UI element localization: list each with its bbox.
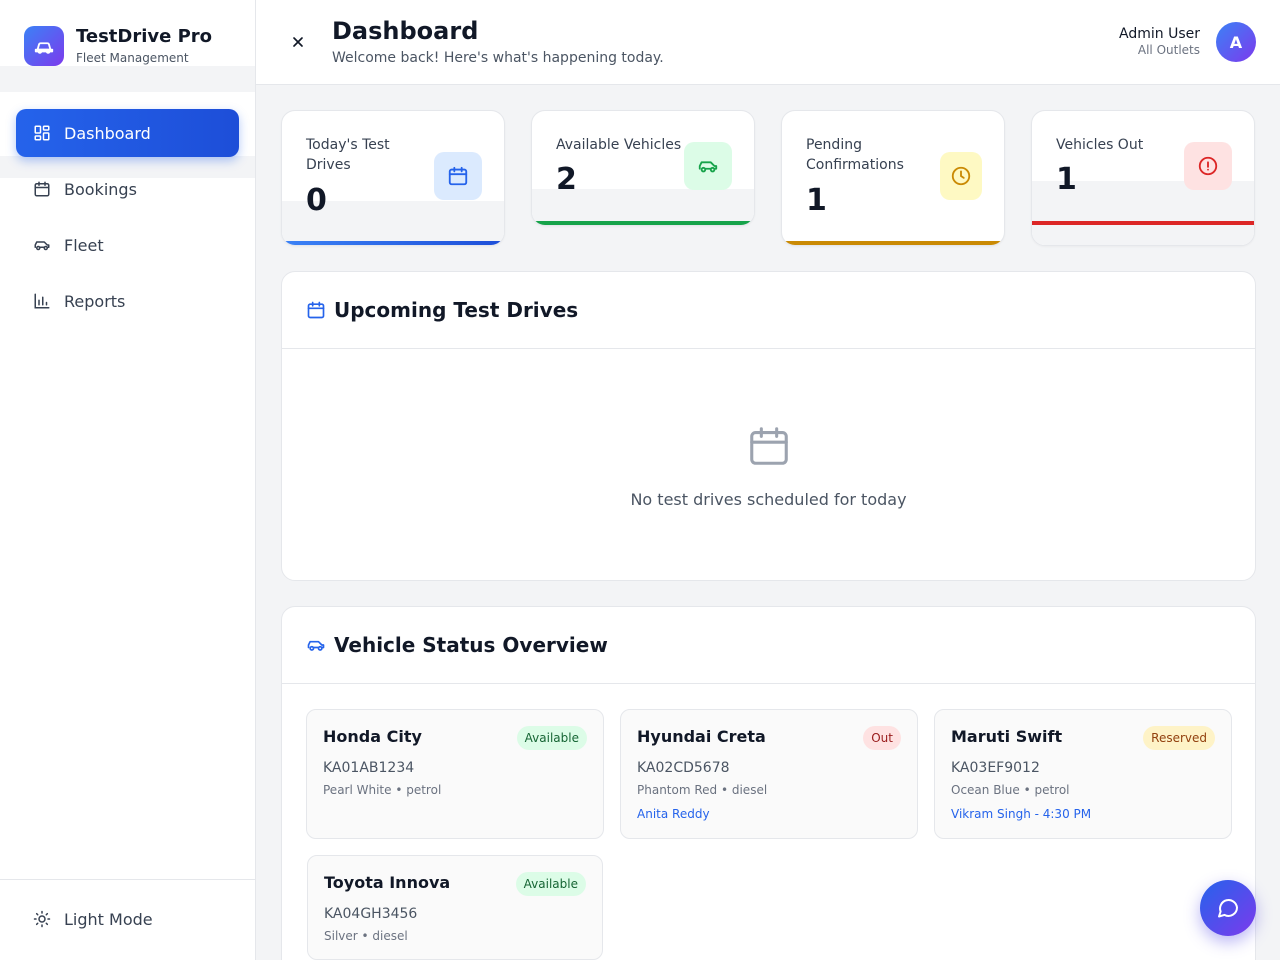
- sidebar-item-label: Fleet: [64, 235, 104, 255]
- sidebar-item-label: Dashboard: [64, 123, 151, 143]
- calendar-icon: [306, 300, 326, 320]
- sidebar-item-bookings[interactable]: Bookings: [16, 165, 239, 213]
- stat-accent-bar: [532, 221, 754, 225]
- close-sidebar-button[interactable]: [286, 30, 310, 54]
- vehicle-plate: KA01AB1234: [323, 760, 415, 776]
- car-icon: [306, 635, 326, 655]
- panel-header: Upcoming Test Drives: [282, 272, 1255, 349]
- vehicle-card-toyota-innova[interactable]: Toyota Innova Available KA04GH3456 Silve…: [307, 855, 603, 960]
- sun-icon: [32, 909, 52, 929]
- vehicle-meta: Ocean Blue • petrol: [951, 783, 1070, 797]
- sidebar-item-fleet[interactable]: Fleet: [16, 221, 239, 269]
- stat-card-pending-confirmations[interactable]: Pending Confirmations 1: [781, 110, 1005, 246]
- chat-button[interactable]: [1200, 880, 1256, 936]
- stat-value: 1: [806, 183, 827, 218]
- vehicle-meta: Pearl White • petrol: [323, 783, 442, 797]
- vehicle-card-hyundai-creta[interactable]: Hyundai Creta Out KA02CD5678 Phantom Red…: [620, 709, 918, 839]
- stat-value: 2: [556, 162, 577, 197]
- stat-accent-bar: [1032, 221, 1254, 225]
- theme-toggle-button[interactable]: Light Mode: [16, 896, 239, 942]
- avatar[interactable]: A: [1216, 22, 1256, 62]
- top-header: Dashboard Welcome back! Here's what's ha…: [256, 0, 1280, 85]
- stat-card-todays-test-drives[interactable]: Today's Test Drives 0: [281, 110, 505, 246]
- stat-card-vehicles-out[interactable]: Vehicles Out 1: [1031, 110, 1255, 246]
- vehicle-status-panel: Vehicle Status Overview Honda City Avail…: [281, 606, 1256, 960]
- user-info: Admin User All Outlets: [1119, 25, 1200, 58]
- car-logo-icon: [24, 26, 64, 66]
- brand[interactable]: TestDrive Pro Fleet Management: [24, 26, 212, 66]
- vehicle-plate: KA04GH3456: [324, 906, 418, 922]
- bar-chart-icon: [32, 291, 52, 311]
- sidebar: TestDrive Pro Fleet Management Dashboard…: [0, 0, 256, 960]
- empty-state-text: No test drives scheduled for today: [630, 490, 907, 509]
- alert-circle-icon: [1184, 142, 1232, 190]
- sidebar-nav: Dashboard Bookings Fleet Reports: [16, 109, 239, 333]
- app-subtitle: Fleet Management: [76, 51, 189, 65]
- stat-card-available-vehicles[interactable]: Available Vehicles 2: [531, 110, 755, 226]
- car-icon: [32, 235, 52, 255]
- stat-value: 0: [306, 183, 327, 218]
- vehicle-meta: Silver • diesel: [324, 929, 408, 943]
- status-badge: Available: [516, 726, 587, 750]
- calendar-icon: [32, 179, 52, 199]
- sidebar-item-dashboard[interactable]: Dashboard: [16, 109, 239, 157]
- vehicle-meta: Phantom Red • diesel: [637, 783, 768, 797]
- calendar-icon: [434, 152, 482, 200]
- page-title: Dashboard: [332, 17, 479, 45]
- sidebar-footer: Light Mode: [0, 879, 255, 960]
- stat-label: Pending Confirmations: [806, 137, 904, 173]
- user-name: Admin User: [1119, 26, 1200, 42]
- vehicle-name: Toyota Innova: [324, 873, 451, 892]
- vehicle-plate: KA02CD5678: [637, 760, 730, 776]
- stat-value: 1: [1056, 162, 1077, 197]
- user-scope: All Outlets: [1137, 43, 1200, 57]
- sidebar-item-reports[interactable]: Reports: [16, 277, 239, 325]
- status-badge: Reserved: [1143, 726, 1215, 750]
- stat-label: Vehicles Out: [1056, 137, 1144, 153]
- vehicle-card-maruti-swift[interactable]: Maruti Swift Reserved KA03EF9012 Ocean B…: [934, 709, 1232, 839]
- vehicle-name: Hyundai Creta: [637, 727, 766, 746]
- sidebar-item-label: Reports: [64, 291, 126, 311]
- upcoming-test-drives-panel: Upcoming Test Drives No test drives sche…: [281, 271, 1256, 581]
- stat-accent-bar: [782, 241, 1004, 245]
- page-subtitle: Welcome back! Here's what's happening to…: [332, 50, 664, 66]
- chat-bubble-icon: [1218, 899, 1238, 918]
- panel-title: Upcoming Test Drives: [334, 298, 579, 322]
- panel-title: Vehicle Status Overview: [334, 633, 608, 657]
- status-badge: Out: [863, 726, 901, 750]
- stat-label: Available Vehicles: [556, 137, 682, 153]
- empty-state: No test drives scheduled for today: [282, 422, 1255, 509]
- stat-accent-bar: [282, 241, 504, 245]
- vehicle-plate: KA03EF9012: [951, 760, 1040, 776]
- calendar-icon: [745, 422, 793, 470]
- sidebar-divider-band: [0, 66, 255, 92]
- sidebar-item-label: Bookings: [64, 179, 137, 199]
- vehicle-card-honda-city[interactable]: Honda City Available KA01AB1234 Pearl Wh…: [306, 709, 604, 839]
- close-icon: [293, 37, 303, 47]
- vehicle-assignee[interactable]: Vikram Singh - 4:30 PM: [951, 807, 1091, 821]
- vehicle-assignee[interactable]: Anita Reddy: [637, 807, 710, 821]
- app-title: TestDrive Pro: [76, 26, 213, 47]
- stat-label: Today's Test Drives: [306, 137, 390, 173]
- dashboard-grid-icon: [32, 123, 52, 143]
- clock-icon: [940, 152, 982, 200]
- theme-toggle-label: Light Mode: [64, 909, 153, 929]
- vehicle-name: Honda City: [323, 727, 422, 746]
- status-badge: Available: [515, 872, 586, 896]
- panel-header: Vehicle Status Overview: [282, 607, 1255, 684]
- vehicle-name: Maruti Swift: [951, 727, 1063, 746]
- car-icon: [684, 142, 732, 190]
